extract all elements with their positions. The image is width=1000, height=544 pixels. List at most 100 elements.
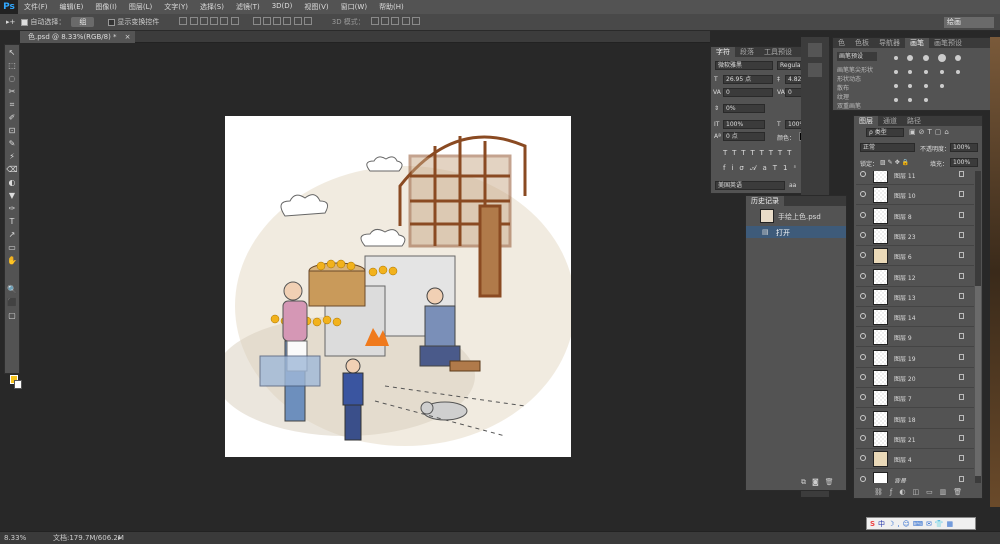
- tool-button[interactable]: ✂: [5, 86, 19, 97]
- layer-row[interactable]: 图层 23: [856, 225, 974, 246]
- menu-item[interactable]: 图像(I): [89, 2, 123, 12]
- lock-icons[interactable]: ▨✎✥🔒: [880, 159, 911, 166]
- 3d-pan-icon[interactable]: [391, 17, 400, 25]
- collapsed-panel-icon-1[interactable]: [808, 43, 822, 57]
- visibility-eye-icon[interactable]: [860, 434, 866, 441]
- ime-mode[interactable]: 中: [878, 519, 885, 529]
- brush-setting-item[interactable]: 纹理: [837, 93, 882, 102]
- layer-filter-icons[interactable]: ▣⊘T▢⌂: [909, 128, 952, 136]
- align-middle-icon[interactable]: [189, 17, 198, 25]
- document-tab[interactable]: 色.psd @ 8.33%(RGB/8) * ×: [20, 31, 135, 43]
- 3d-roll-icon[interactable]: [381, 17, 390, 25]
- document-canvas[interactable]: [225, 116, 571, 457]
- menu-item[interactable]: 3D(D): [266, 2, 299, 12]
- visibility-eye-icon[interactable]: [860, 211, 866, 218]
- panel-tab[interactable]: 色板: [850, 38, 874, 48]
- visibility-eye-icon[interactable]: [860, 313, 866, 320]
- layer-row[interactable]: 图层 8: [856, 205, 974, 226]
- 3d-rotate-icon[interactable]: [370, 17, 379, 25]
- panel-tab[interactable]: 色: [833, 38, 850, 48]
- distribute-top-icon[interactable]: [252, 17, 261, 25]
- layer-row[interactable]: 图层 7: [856, 388, 974, 409]
- tool-button[interactable]: ▭: [5, 242, 19, 253]
- menu-item[interactable]: 文字(Y): [158, 2, 194, 12]
- history-footer-buttons[interactable]: ⧉◙🗑: [801, 478, 840, 487]
- layer-row[interactable]: 图层 12: [856, 266, 974, 287]
- tool-button[interactable]: 🔍: [5, 284, 19, 295]
- text-style-buttons[interactable]: TTTTTTTT: [723, 149, 796, 157]
- panel-tab[interactable]: 画笔: [905, 38, 929, 48]
- layer-row[interactable]: 图层 6: [856, 246, 974, 267]
- layer-row[interactable]: 图层 21: [856, 428, 974, 449]
- brush-setting-item[interactable]: 散布: [837, 84, 882, 93]
- kerning-field[interactable]: 0: [723, 88, 773, 97]
- layer-row[interactable]: 图层 9: [856, 327, 974, 348]
- panel-tab[interactable]: 段落: [735, 47, 759, 57]
- tool-button[interactable]: ✑: [5, 203, 19, 214]
- distribute-middle-icon[interactable]: [262, 17, 271, 25]
- panel-tab[interactable]: 导航器: [874, 38, 905, 48]
- visibility-eye-icon[interactable]: [860, 231, 866, 238]
- align-center-icon[interactable]: [220, 17, 229, 25]
- close-tab-icon[interactable]: ×: [125, 31, 131, 43]
- auto-select-dropdown[interactable]: 组: [71, 17, 95, 27]
- tab-history[interactable]: 历史记录: [746, 196, 784, 206]
- 3d-slide-icon[interactable]: [401, 17, 410, 25]
- menu-item[interactable]: 帮助(H): [373, 2, 410, 12]
- 3d-scale-icon[interactable]: [411, 17, 420, 25]
- status-arrow-icon[interactable]: ▸: [118, 532, 122, 544]
- tool-button[interactable]: ↗: [5, 229, 19, 240]
- brush-tip-grid[interactable]: [888, 52, 988, 108]
- baseline-shift-field[interactable]: 0 点: [723, 132, 765, 141]
- menu-item[interactable]: 文件(F): [18, 2, 54, 12]
- history-snapshot[interactable]: 手绘上色.psd: [746, 208, 846, 224]
- layer-row[interactable]: 图层 18: [856, 408, 974, 429]
- collapsed-panel-icon-2[interactable]: [808, 63, 822, 77]
- layer-row[interactable]: 图层 14: [856, 307, 974, 328]
- distribute-bottom-icon[interactable]: [273, 17, 282, 25]
- workspace-dropdown[interactable]: 绘画: [944, 17, 994, 28]
- layer-row[interactable]: 图层 13: [856, 286, 974, 307]
- show-transform-checkbox[interactable]: 显示变换控件: [108, 17, 159, 27]
- visibility-eye-icon[interactable]: [860, 414, 866, 421]
- panel-tab[interactable]: 图层: [854, 116, 878, 126]
- tool-button[interactable]: ▼: [5, 190, 19, 201]
- tsume-field[interactable]: 0%: [723, 104, 765, 113]
- visibility-eye-icon[interactable]: [860, 475, 866, 482]
- distribute-right-icon[interactable]: [303, 17, 312, 25]
- panel-tab[interactable]: 路径: [902, 116, 926, 126]
- tool-button[interactable]: ◐: [5, 177, 19, 188]
- align-bottom-icon[interactable]: [199, 17, 208, 25]
- layer-row[interactable]: 图层 10: [856, 185, 974, 206]
- layer-row[interactable]: 图层 19: [856, 347, 974, 368]
- background-color-swatch[interactable]: [14, 380, 22, 389]
- tool-button[interactable]: ✎: [5, 138, 19, 149]
- brush-setting-item[interactable]: 画笔笔尖形状: [837, 66, 882, 75]
- layer-filter-select[interactable]: ρ 类型: [866, 128, 904, 137]
- font-size-field[interactable]: 26.95 点: [723, 75, 773, 84]
- tool-button[interactable]: ▢: [5, 310, 19, 321]
- tool-button[interactable]: ✐: [5, 112, 19, 123]
- tool-button[interactable]: ⬛: [5, 297, 19, 308]
- panel-tab[interactable]: 通道: [878, 116, 902, 126]
- visibility-eye-icon[interactable]: [860, 191, 866, 198]
- menu-item[interactable]: 滤镜(T): [230, 2, 266, 12]
- blend-mode-select[interactable]: 正常: [860, 143, 915, 152]
- brush-setting-item[interactable]: 双重画笔: [837, 102, 882, 110]
- tool-button[interactable]: ✋: [5, 255, 19, 266]
- visibility-eye-icon[interactable]: [860, 333, 866, 340]
- visibility-eye-icon[interactable]: [860, 455, 866, 462]
- menu-item[interactable]: 窗口(W): [335, 2, 373, 12]
- brush-presets-button[interactable]: 画笔预设: [837, 52, 877, 61]
- tool-button[interactable]: ↖: [5, 47, 19, 58]
- menu-item[interactable]: 视图(V): [298, 2, 334, 12]
- visibility-eye-icon[interactable]: [860, 292, 866, 299]
- visibility-eye-icon[interactable]: [860, 353, 866, 360]
- visibility-eye-icon[interactable]: [860, 394, 866, 401]
- history-step[interactable]: ▤ 打开: [746, 226, 846, 238]
- auto-select-checkbox[interactable]: 自动选择：: [21, 17, 65, 27]
- font-family-select[interactable]: 微软雅黑: [715, 61, 773, 70]
- opacity-field[interactable]: 100%: [950, 143, 978, 152]
- distribute-center-icon[interactable]: [293, 17, 302, 25]
- tool-button[interactable]: ◌: [5, 73, 19, 84]
